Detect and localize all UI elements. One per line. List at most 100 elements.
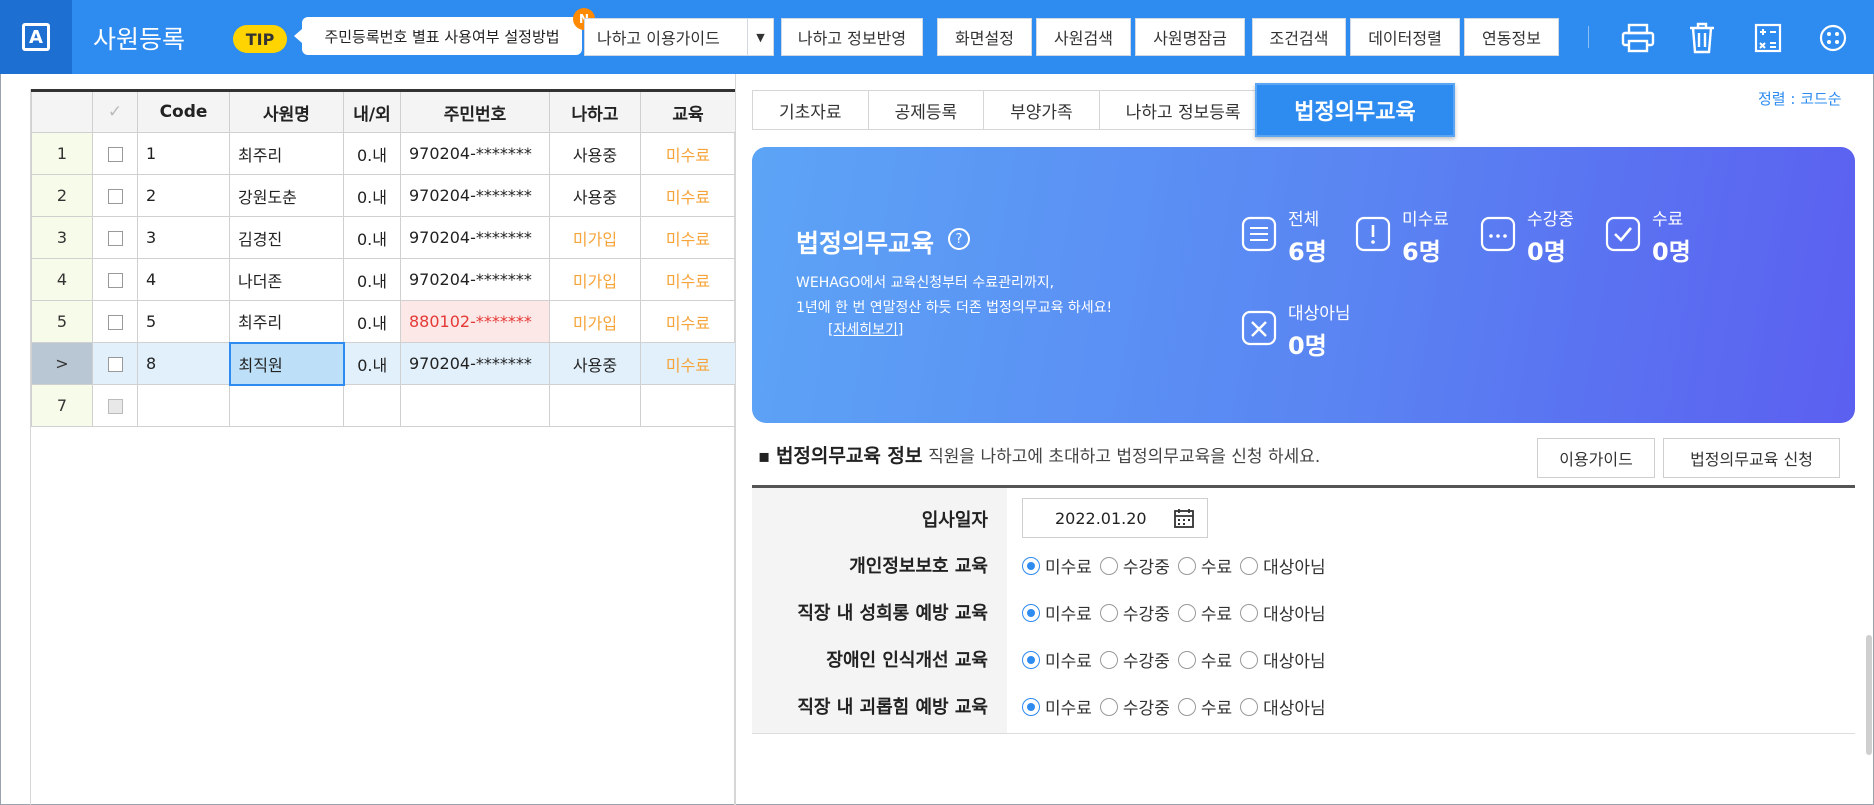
- table-row[interactable]: 4 4 나더존 0.내 970204-******* 미가입 미수료: [31, 258, 736, 301]
- cell-code[interactable]: 3: [137, 216, 230, 259]
- radio-button[interactable]: [1099, 650, 1118, 669]
- guide-dropdown[interactable]: 나하고 이용가이드 ▼: [584, 18, 774, 56]
- row-checkbox[interactable]: [92, 384, 138, 427]
- cell-nahago[interactable]: 사용중: [549, 342, 641, 385]
- row-checkbox[interactable]: [92, 132, 138, 175]
- cell-nahago[interactable]: [549, 384, 641, 427]
- cell-code[interactable]: 8: [137, 342, 230, 385]
- header-select-all[interactable]: ✓: [92, 89, 138, 133]
- apply-education-button[interactable]: 법정의무교육 신청: [1663, 438, 1840, 478]
- cell-code[interactable]: 5: [137, 300, 230, 343]
- cell-education[interactable]: [640, 384, 736, 427]
- radio-option[interactable]: 수료: [1177, 694, 1232, 719]
- header-type[interactable]: 내/외: [343, 89, 401, 133]
- radio-button[interactable]: [1099, 697, 1118, 716]
- radio-button[interactable]: [1177, 650, 1196, 669]
- cell-education[interactable]: 미수료: [640, 132, 736, 175]
- checkbox-icon[interactable]: [107, 273, 123, 288]
- radio-option[interactable]: 수강중: [1099, 553, 1170, 578]
- checkbox-icon[interactable]: [107, 189, 123, 204]
- cell-education[interactable]: 미수료: [640, 258, 736, 301]
- radio-option[interactable]: 대상아님: [1240, 694, 1326, 719]
- tab-nahago-info[interactable]: 나하고 정보등록: [1098, 90, 1268, 130]
- radio-button[interactable]: [1240, 697, 1259, 716]
- cell-code[interactable]: [137, 384, 230, 427]
- radio-option[interactable]: 수강중: [1099, 647, 1170, 672]
- employee-search-button[interactable]: 사원검색: [1036, 18, 1131, 56]
- radio-button[interactable]: [1177, 697, 1196, 716]
- nahago-sync-button[interactable]: 나하고 정보반영: [781, 18, 923, 56]
- chevron-down-icon[interactable]: ▼: [747, 19, 773, 55]
- data-sort-button[interactable]: 데이터정렬: [1350, 18, 1460, 56]
- radio-button[interactable]: [1177, 556, 1196, 575]
- table-row[interactable]: 5 5 최주리 0.내 880102-******* 미가입 미수료: [31, 300, 736, 343]
- radio-option[interactable]: 수료: [1177, 553, 1232, 578]
- sort-label[interactable]: 정렬 : 코드순: [1758, 88, 1842, 109]
- cell-name[interactable]: 강원도춘: [229, 174, 344, 217]
- cell-rrn[interactable]: 970204-*******: [400, 174, 550, 217]
- cell-nahago[interactable]: 미가입: [549, 216, 641, 259]
- row-checkbox[interactable]: [92, 342, 138, 385]
- header-name[interactable]: 사원명: [229, 89, 344, 133]
- header-code[interactable]: Code: [137, 89, 230, 133]
- checkbox-icon[interactable]: [107, 147, 123, 162]
- cell-nahago[interactable]: 사용중: [549, 132, 641, 175]
- radio-option[interactable]: 수료: [1177, 647, 1232, 672]
- cell-type[interactable]: 0.내: [343, 174, 401, 217]
- cell-rrn[interactable]: 880102-*******: [400, 300, 550, 343]
- radio-button[interactable]: [1022, 650, 1040, 669]
- cell-name[interactable]: 김경진: [229, 216, 344, 259]
- row-checkbox[interactable]: [92, 174, 138, 217]
- radio-button[interactable]: [1240, 603, 1259, 622]
- checkbox-icon[interactable]: [107, 399, 123, 414]
- radio-option[interactable]: 대상아님: [1240, 553, 1326, 578]
- radio-option[interactable]: 수강중: [1099, 694, 1170, 719]
- radio-button[interactable]: [1022, 556, 1040, 575]
- app-logo[interactable]: A: [0, 0, 72, 74]
- scrollbar[interactable]: [1866, 635, 1872, 755]
- cell-name[interactable]: 최주리: [229, 300, 344, 343]
- radio-button[interactable]: [1240, 650, 1259, 669]
- cell-type[interactable]: 0.내: [343, 300, 401, 343]
- cell-nahago[interactable]: 사용중: [549, 174, 641, 217]
- row-checkbox[interactable]: [92, 216, 138, 259]
- cell-name[interactable]: 최주리: [229, 132, 344, 175]
- cell-type[interactable]: 0.내: [343, 342, 401, 385]
- cell-education[interactable]: 미수료: [640, 174, 736, 217]
- cell-name[interactable]: 나더존: [229, 258, 344, 301]
- radio-button[interactable]: [1099, 603, 1118, 622]
- radio-option[interactable]: 수강중: [1099, 600, 1170, 625]
- tab-deduction[interactable]: 공제등록: [867, 90, 984, 130]
- help-icon[interactable]: ?: [948, 228, 970, 250]
- more-link[interactable]: [자세히보기]: [828, 319, 903, 339]
- cell-nahago[interactable]: 미가입: [549, 258, 641, 301]
- row-checkbox[interactable]: [92, 300, 138, 343]
- cell-type[interactable]: 0.내: [343, 132, 401, 175]
- checkbox-icon[interactable]: [107, 231, 123, 246]
- tip-link[interactable]: 주민등록번호 별표 사용여부 설정방법: [294, 17, 582, 55]
- table-row[interactable]: 2 2 강원도춘 0.내 970204-******* 사용중 미수료: [31, 174, 736, 217]
- cell-rrn[interactable]: 970204-*******: [400, 132, 550, 175]
- cell-type[interactable]: [343, 384, 401, 427]
- table-row[interactable]: 3 3 김경진 0.내 970204-******* 미가입 미수료: [31, 216, 736, 259]
- tab-dependents[interactable]: 부양가족: [983, 90, 1099, 130]
- radio-option[interactable]: 미수료: [1022, 553, 1092, 578]
- radio-button[interactable]: [1240, 556, 1259, 575]
- cell-type[interactable]: 0.내: [343, 216, 401, 259]
- radio-option[interactable]: 미수료: [1022, 647, 1092, 672]
- calendar-icon[interactable]: [1173, 507, 1195, 529]
- more-icon[interactable]: [1815, 20, 1851, 56]
- condition-search-button[interactable]: 조건검색: [1252, 18, 1346, 56]
- radio-option[interactable]: 대상아님: [1240, 600, 1326, 625]
- cell-education[interactable]: 미수료: [640, 342, 736, 385]
- tab-mandatory-education[interactable]: 법정의무교육: [1255, 83, 1455, 137]
- cell-name[interactable]: [229, 384, 344, 427]
- cell-rrn[interactable]: 970204-*******: [400, 216, 550, 259]
- row-checkbox[interactable]: [92, 258, 138, 301]
- radio-button[interactable]: [1022, 697, 1040, 716]
- radio-option[interactable]: 미수료: [1022, 600, 1092, 625]
- print-icon[interactable]: [1620, 20, 1656, 56]
- cell-rrn[interactable]: [400, 384, 550, 427]
- checkbox-icon[interactable]: [107, 315, 123, 330]
- radio-button[interactable]: [1022, 603, 1040, 622]
